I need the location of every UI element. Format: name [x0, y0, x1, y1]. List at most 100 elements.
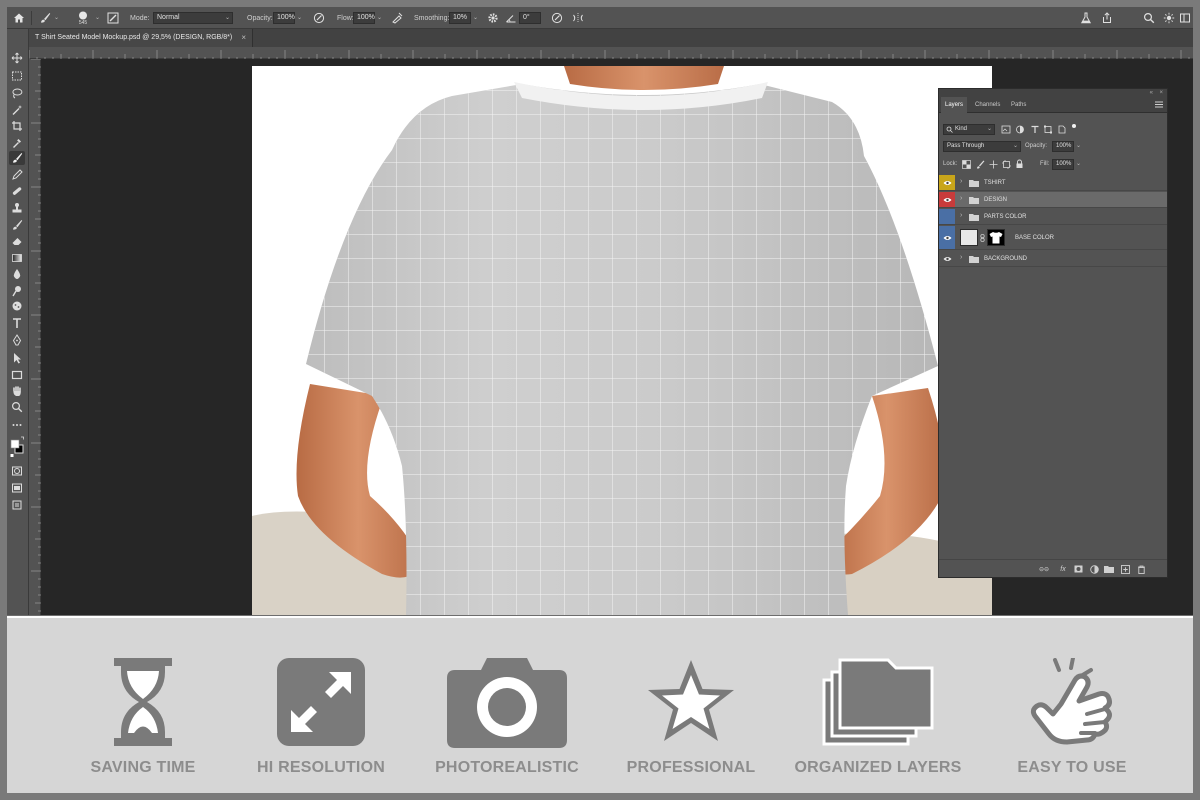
airbrush-icon[interactable] [391, 7, 403, 29]
color-swatches[interactable] [9, 434, 25, 460]
link-layers-icon[interactable]: ⊖⊖ [1039, 564, 1049, 574]
lock-all-icon[interactable] [1015, 159, 1024, 169]
magic-wand-tool-icon[interactable] [9, 103, 25, 117]
healing-brush-tool-icon[interactable] [9, 184, 25, 198]
move-tool-icon[interactable] [9, 51, 25, 65]
workspace-icon[interactable] [1179, 7, 1191, 29]
adjustment-layer-icon[interactable] [1089, 564, 1099, 574]
eraser-tool-icon[interactable] [9, 234, 25, 248]
angle-input[interactable]: 0° [519, 12, 541, 24]
eye-icon[interactable] [943, 180, 952, 186]
clone-stamp-tool-icon[interactable] [9, 201, 25, 215]
lasso-tool-icon[interactable] [9, 86, 25, 100]
close-panel-icon[interactable]: × [1159, 89, 1163, 97]
opacity-caret[interactable]: ⌄ [297, 14, 302, 21]
adjustment-filter-icon[interactable] [1015, 125, 1025, 134]
chevron-right-icon[interactable]: › [960, 195, 962, 202]
gradient-tool-icon[interactable] [9, 251, 25, 265]
share-icon[interactable] [1101, 7, 1113, 29]
blur-tool-icon[interactable] [9, 267, 25, 281]
layer-opacity-input[interactable]: 100% [1052, 141, 1074, 152]
layer-row-background[interactable]: › BACKGROUND [939, 251, 1167, 267]
flask-icon[interactable] [1080, 7, 1092, 29]
smoothing-caret[interactable]: ⌄ [473, 14, 478, 21]
dodge-tool-icon[interactable] [9, 284, 25, 298]
type-filter-icon[interactable] [1030, 125, 1040, 134]
marquee-tool-icon[interactable] [9, 69, 25, 83]
sponge-tool-icon[interactable] [9, 299, 25, 313]
type-tool-icon[interactable] [9, 316, 25, 330]
tab-channels[interactable]: Channels [971, 97, 1004, 113]
eye-icon[interactable] [943, 197, 952, 203]
mode-select[interactable]: Normal ⌄ [153, 12, 233, 24]
pressure-opacity-icon[interactable] [313, 7, 325, 29]
opacity-input[interactable]: 100% [273, 12, 295, 24]
symmetry-icon[interactable] [572, 7, 584, 29]
panel-menu-icon[interactable] [1155, 101, 1163, 110]
filter-toggle-icon[interactable] [1069, 123, 1079, 132]
pixel-filter-icon[interactable] [1001, 125, 1011, 134]
eye-icon[interactable] [943, 235, 952, 241]
brush-settings-icon[interactable] [107, 7, 119, 29]
layer-mask-thumbnail[interactable] [987, 229, 1005, 246]
brush-preset-picker[interactable]: 545 [77, 8, 89, 28]
new-layer-icon[interactable] [1120, 564, 1130, 574]
layer-row-base-color[interactable]: BASE COLOR [939, 226, 1167, 250]
chevron-right-icon[interactable]: › [960, 212, 962, 219]
rectangle-tool-icon[interactable] [9, 368, 25, 382]
flow-input[interactable]: 100% [353, 12, 375, 24]
collapse-panel-icon[interactable]: « [1150, 89, 1153, 97]
close-icon[interactable]: × [241, 29, 246, 47]
lock-pixels-icon[interactable] [976, 160, 985, 169]
lock-transparent-icon[interactable] [962, 160, 971, 169]
layer-row-tshirt[interactable]: › TSHIRT [939, 175, 1167, 191]
lock-artboard-icon[interactable] [1002, 160, 1011, 169]
chevron-right-icon[interactable]: › [960, 178, 962, 185]
quick-mask-icon[interactable] [9, 464, 25, 478]
search-icon[interactable] [1143, 7, 1155, 29]
tab-layers[interactable]: Layers [941, 97, 968, 113]
layer-opacity-caret[interactable]: ⌄ [1076, 142, 1081, 149]
fill-input[interactable]: 100% [1052, 159, 1074, 170]
fx-icon[interactable]: fx [1058, 564, 1068, 574]
hand-tool-icon[interactable] [9, 384, 25, 398]
blend-mode-select[interactable]: Pass Through ⌄ [943, 141, 1021, 152]
flow-caret[interactable]: ⌄ [377, 14, 382, 21]
brush-tool-icon[interactable] [9, 151, 25, 165]
pen-tool-icon[interactable] [9, 333, 25, 347]
document-tab[interactable]: T Shirt Seated Model Mockup.psd @ 29,5% … [29, 29, 253, 47]
eyedropper-tool-icon[interactable] [9, 136, 25, 150]
crop-tool-icon[interactable] [9, 119, 25, 133]
new-group-icon[interactable] [1104, 564, 1114, 574]
gear-icon[interactable] [487, 7, 499, 29]
home-icon[interactable] [13, 7, 25, 29]
filter-kind-select[interactable]: Kind ⌄ [943, 124, 995, 135]
eye-icon[interactable] [943, 256, 952, 262]
fill-caret[interactable]: ⌄ [1076, 160, 1081, 167]
smoothing-input[interactable]: 10% [449, 12, 471, 24]
history-brush-tool-icon[interactable] [9, 218, 25, 232]
layer-row-parts-color[interactable]: › PARTS COLOR [939, 209, 1167, 225]
document-canvas[interactable] [252, 66, 992, 615]
brush-tool-icon[interactable] [39, 7, 51, 29]
screen-mode-icon[interactable] [9, 481, 25, 495]
tab-paths[interactable]: Paths [1007, 97, 1030, 113]
lock-position-icon[interactable] [989, 160, 998, 169]
path-selection-tool-icon[interactable] [9, 351, 25, 365]
zoom-tool-icon[interactable] [9, 400, 25, 414]
shape-filter-icon[interactable] [1043, 125, 1053, 134]
add-mask-icon[interactable] [1073, 564, 1083, 574]
brightness-icon[interactable] [1163, 7, 1175, 29]
trash-icon[interactable] [1136, 564, 1146, 574]
layer-thumbnail[interactable] [960, 229, 978, 246]
tool-preset-caret[interactable]: ⌄ [54, 14, 59, 21]
brush-preset-caret[interactable]: ⌄ [95, 14, 100, 21]
pressure-size-icon[interactable] [551, 7, 563, 29]
more-tools-icon[interactable] [9, 418, 25, 432]
smart-object-filter-icon[interactable] [1057, 125, 1067, 134]
link-icon[interactable] [980, 234, 985, 242]
pencil-tool-icon[interactable] [9, 168, 25, 182]
layer-color-tag[interactable] [939, 209, 955, 224]
chevron-right-icon[interactable]: › [960, 254, 962, 261]
artboard-icon[interactable] [9, 498, 25, 512]
